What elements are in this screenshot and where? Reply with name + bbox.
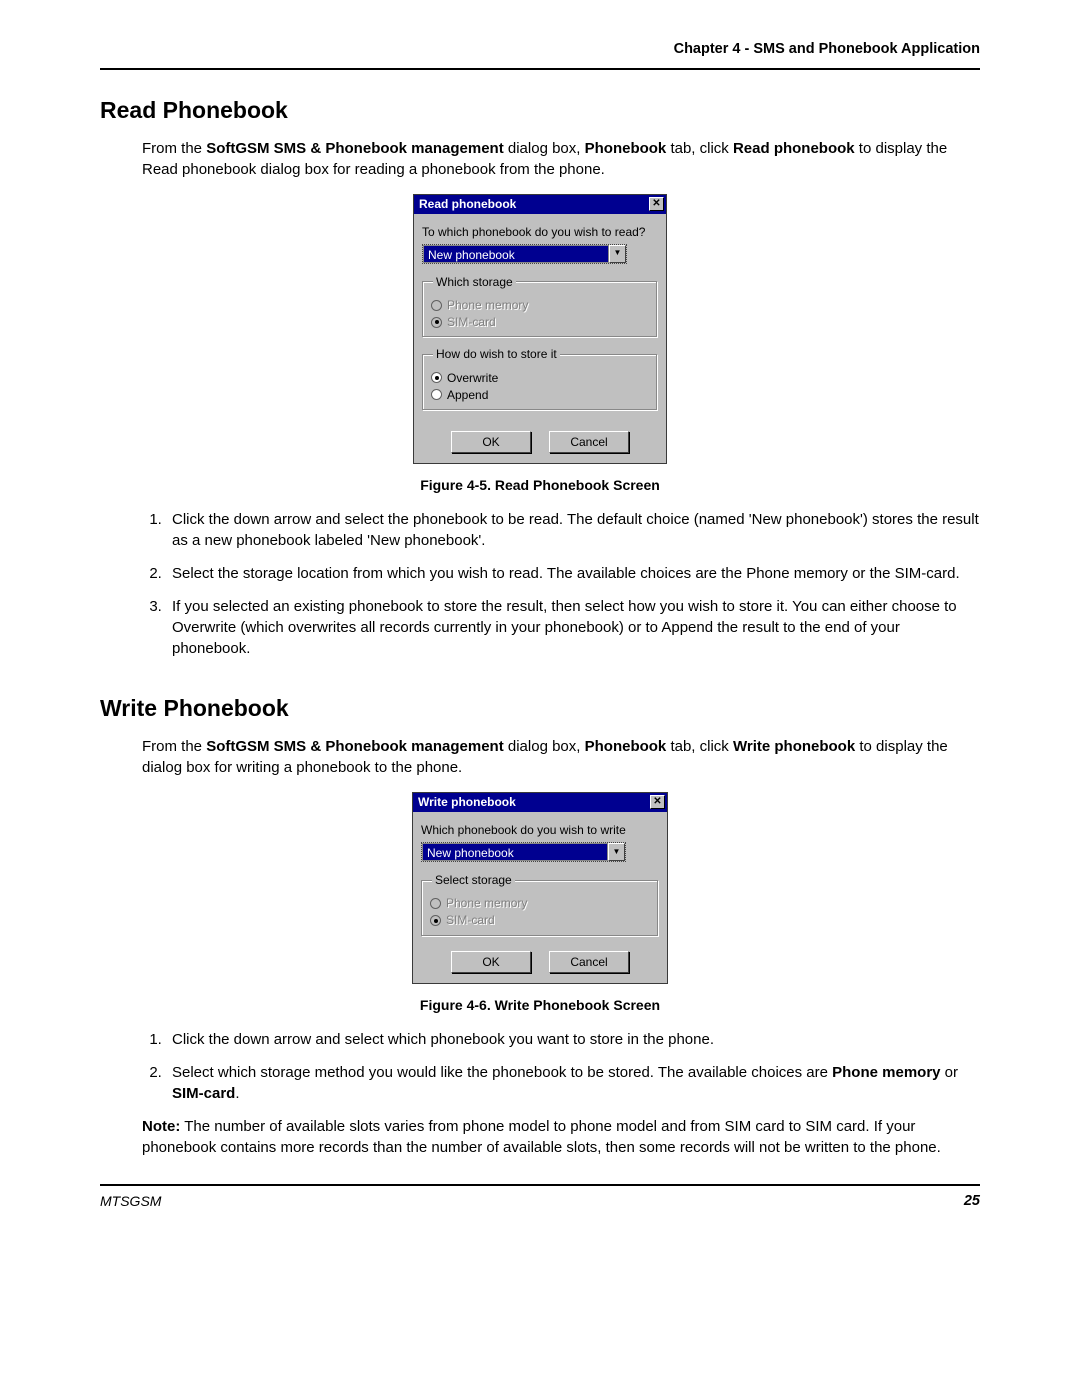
- write-phonebook-dialog: Write phonebook ✕ Which phonebook do you…: [412, 792, 668, 984]
- radio-label: Phone memory: [447, 297, 528, 313]
- titlebar[interactable]: Write phonebook ✕: [413, 793, 667, 812]
- dialog-title: Write phonebook: [418, 794, 516, 810]
- chapter-header: Chapter 4 - SMS and Phonebook Applicatio…: [100, 40, 980, 60]
- radio-label: SIM-card: [446, 912, 495, 928]
- phonebook-combo[interactable]: New phonebook ▼: [422, 244, 627, 264]
- prompt-text: To which phonebook do you wish to read?: [422, 224, 658, 240]
- list-item: Click the down arrow and select which ph…: [166, 1029, 980, 1050]
- cancel-button[interactable]: Cancel: [549, 951, 629, 973]
- radio-label: Phone memory: [446, 895, 527, 911]
- header-rule: [100, 68, 980, 70]
- intro-write: From the SoftGSM SMS & Phonebook managem…: [142, 736, 980, 778]
- list-item: Select the storage location from which y…: [166, 563, 980, 584]
- radio-sim-card[interactable]: [431, 317, 442, 328]
- heading-write-phonebook: Write Phonebook: [100, 693, 980, 724]
- radio-label: Overwrite: [447, 370, 498, 386]
- group-legend: Select storage: [432, 872, 515, 888]
- titlebar[interactable]: Read phonebook ✕: [414, 195, 666, 214]
- heading-read-phonebook: Read Phonebook: [100, 95, 980, 126]
- note-text: Note: The number of available slots vari…: [142, 1116, 980, 1158]
- prompt-text: Which phonebook do you wish to write: [421, 822, 659, 838]
- chevron-down-icon[interactable]: ▼: [608, 843, 625, 861]
- radio-label: Append: [447, 387, 488, 403]
- group-select-storage: Select storage Phone memory SIM-card: [421, 872, 659, 937]
- figure-caption-4-5: Figure 4-5. Read Phonebook Screen: [100, 476, 980, 495]
- group-which-storage: Which storage Phone memory SIM-card: [422, 274, 658, 339]
- list-item: Click the down arrow and select the phon…: [166, 509, 980, 551]
- group-how-store: How do wish to store it Overwrite Append: [422, 346, 658, 411]
- chevron-down-icon[interactable]: ▼: [609, 245, 626, 263]
- read-steps-list: Click the down arrow and select the phon…: [142, 509, 980, 659]
- read-phonebook-dialog: Read phonebook ✕ To which phonebook do y…: [413, 194, 667, 464]
- ok-button[interactable]: OK: [451, 431, 531, 453]
- footer-rule: [100, 1184, 980, 1186]
- phonebook-combo[interactable]: New phonebook ▼: [421, 842, 626, 862]
- footer-doc-name: MTSGSM: [100, 1192, 161, 1212]
- radio-label: SIM-card: [447, 314, 496, 330]
- radio-append[interactable]: [431, 389, 442, 400]
- combo-value[interactable]: New phonebook: [422, 843, 608, 861]
- radio-phone-memory[interactable]: [430, 898, 441, 909]
- radio-overwrite[interactable]: [431, 372, 442, 383]
- group-legend: Which storage: [433, 274, 516, 290]
- dialog-title: Read phonebook: [419, 196, 516, 212]
- page-number: 25: [964, 1192, 980, 1212]
- close-icon[interactable]: ✕: [650, 795, 665, 809]
- list-item: Select which storage method you would li…: [166, 1062, 980, 1104]
- radio-phone-memory[interactable]: [431, 300, 442, 311]
- intro-read: From the SoftGSM SMS & Phonebook managem…: [142, 138, 980, 180]
- figure-caption-4-6: Figure 4-6. Write Phonebook Screen: [100, 996, 980, 1015]
- close-icon[interactable]: ✕: [649, 197, 664, 211]
- ok-button[interactable]: OK: [451, 951, 531, 973]
- list-item: If you selected an existing phonebook to…: [166, 596, 980, 659]
- write-steps-list: Click the down arrow and select which ph…: [142, 1029, 980, 1104]
- combo-value[interactable]: New phonebook: [423, 245, 609, 263]
- group-legend: How do wish to store it: [433, 346, 560, 362]
- cancel-button[interactable]: Cancel: [549, 431, 629, 453]
- radio-sim-card[interactable]: [430, 915, 441, 926]
